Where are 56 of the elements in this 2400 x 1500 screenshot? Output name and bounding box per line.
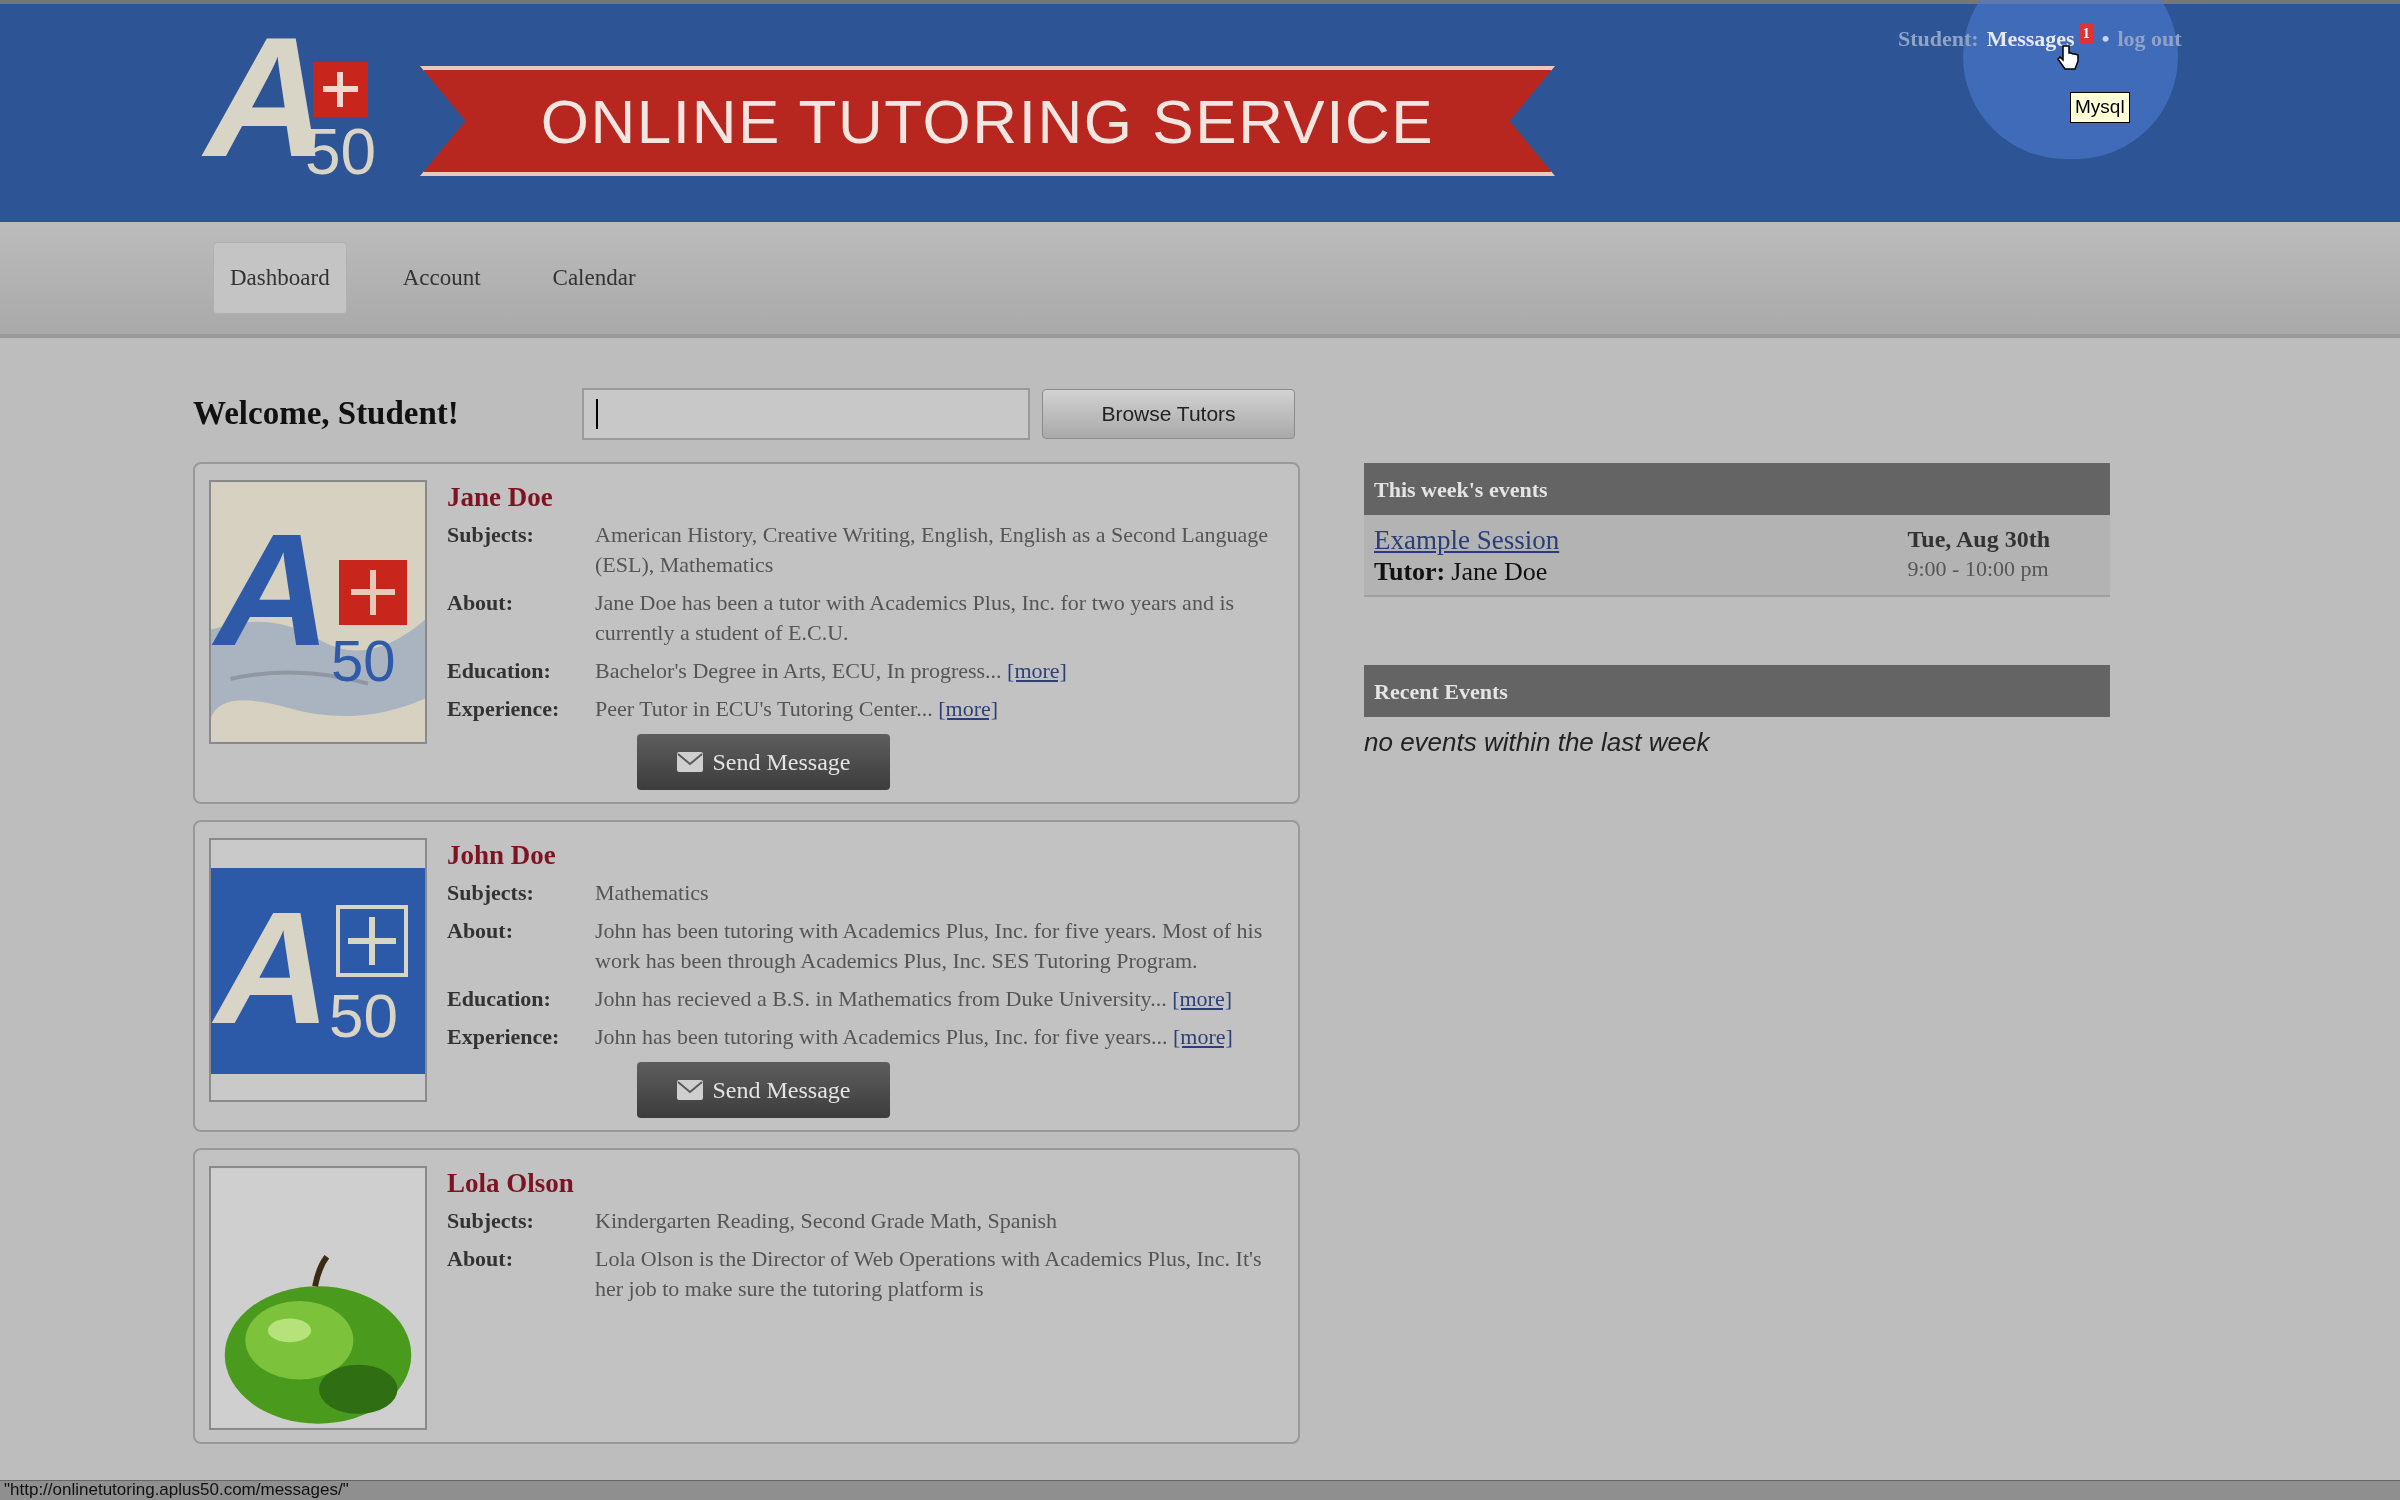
status-url: "http://onlinetutoring.aplus50.com/messages/" — [4, 1481, 349, 1500]
field-value: Bachelor's Degree in Arts, ECU, In progress... [more] — [595, 657, 1068, 685]
empty-message: no events within the last week — [1364, 726, 1711, 759]
banner-title: ONLINE TUTORING SERVICE — [540, 85, 1435, 158]
welcome-heading: Welcome, Student! — [193, 394, 460, 434]
envelope-icon — [676, 752, 703, 772]
more-link[interactable]: [more] — [1172, 986, 1233, 1011]
field-label: About: — [447, 589, 514, 617]
tutor-name[interactable]: Jane Doe — [447, 480, 553, 514]
more-link[interactable]: [more] — [1007, 658, 1067, 683]
envelope-icon — [676, 1080, 703, 1100]
search-field[interactable] — [582, 388, 1030, 440]
logo-number: 50 — [331, 632, 396, 690]
field-label: About: — [447, 917, 514, 945]
field-value: Mathematics — [595, 879, 710, 907]
nav-tab[interactable]: Account — [386, 242, 497, 314]
field-label: About: — [447, 1245, 514, 1273]
field-label: Subjects: — [447, 879, 535, 907]
plus-icon — [336, 905, 408, 977]
tutor-name[interactable]: Lola Olson — [447, 1166, 574, 1200]
nav-tab[interactable]: Calendar — [536, 242, 652, 314]
field-value: John has been tutoring with Academics Plus, Inc. for five years... [more] — [595, 1023, 1234, 1051]
field-value: John has been tutoring with Academics Plus, Inc. for five years. Most of his work has been through Academics Plus, Inc. SES Tutoring Program. — [595, 917, 1264, 975]
field-value: Peer Tutor in ECU's Tutoring Center... [more] — [595, 695, 1000, 723]
browse-tutors-button[interactable]: Browse Tutors — [1042, 389, 1295, 439]
more-link[interactable]: [more] — [938, 696, 999, 721]
field-label: Experience: — [447, 695, 561, 723]
field-label: Subjects: — [447, 521, 535, 549]
field-value: Lola Olson is the Director of Web Operations with Academics Plus, Inc. It's her job to make sure the tutoring platform is — [595, 1245, 1263, 1303]
separator: • — [2101, 25, 2110, 53]
field-value: Kindergarten Reading, Second Grade Math, Spanish — [595, 1207, 1059, 1235]
tooltip: Mysql — [2070, 92, 2130, 123]
nav-tab[interactable]: Dashboard — [213, 241, 347, 315]
send-message-button[interactable]: Send Message — [637, 734, 890, 790]
tutor-name[interactable]: John Doe — [447, 838, 556, 872]
field-value: Jane Doe has been a tutor with Academics Plus, Inc. for two years and is currently a student of E.C.U. — [595, 589, 1236, 647]
plus-icon — [339, 560, 407, 625]
field-label: Subjects: — [447, 1207, 535, 1235]
field-value: John has recieved a B.S. in Mathematics from Duke University... [more] — [595, 985, 1234, 1013]
field-label: Experience: — [447, 1023, 561, 1051]
panel-header: This week's events — [1364, 463, 2110, 515]
field-label: Education: — [447, 985, 552, 1013]
user-label: Student: — [1898, 25, 1979, 53]
panel-header: Recent Events — [1364, 665, 2110, 717]
send-message-button[interactable]: Send Message — [637, 1062, 890, 1118]
more-link[interactable]: [more] — [1173, 1024, 1233, 1049]
event-link[interactable]: Example Session — [1374, 523, 1560, 557]
event-date: Tue, Aug 30th — [1907, 525, 2050, 554]
field-label: Education: — [447, 657, 552, 685]
tutor-label: Tutor: — [1374, 557, 1446, 587]
event-time: 9:00 - 10:00 pm — [1907, 555, 2050, 583]
message-count-badge: 1 — [2078, 23, 2094, 44]
messages-link[interactable]: Messages — [1986, 22, 2075, 55]
logo-number: 50 — [329, 985, 398, 1047]
tutor-name: Jane Doe — [1451, 557, 1548, 587]
field-value: American History, Creative Writing, English, English as a Second Language (ESL), Mathematics — [595, 521, 1269, 579]
